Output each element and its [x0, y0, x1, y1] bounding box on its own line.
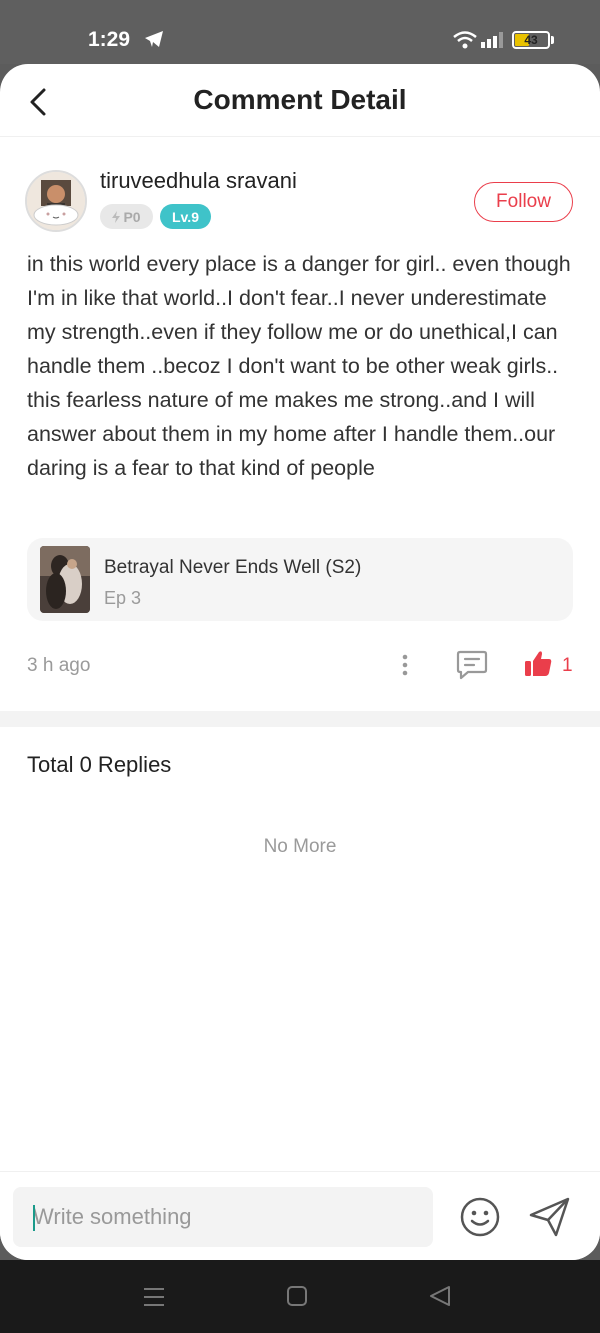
send-icon — [529, 1197, 570, 1237]
telegram-icon — [144, 30, 164, 53]
comment-icon — [456, 650, 488, 680]
section-divider — [0, 711, 600, 727]
drama-title: Betrayal Never Ends Well (S2) — [104, 557, 362, 578]
home-button[interactable] — [286, 1285, 308, 1312]
send-button[interactable] — [528, 1196, 572, 1238]
more-vertical-icon — [402, 654, 408, 676]
status-time: 1:29 — [88, 28, 131, 51]
like-button[interactable] — [523, 649, 553, 679]
comment-detail-sheet: Comment Detail tiruveedhula sravani P0 L… — [0, 64, 600, 1260]
comment-input[interactable] — [13, 1187, 433, 1247]
reply-button[interactable] — [456, 650, 488, 680]
points-badge-label: P0 — [123, 208, 141, 225]
follow-button[interactable]: Follow — [474, 182, 573, 222]
comment-input-bar — [0, 1171, 600, 1260]
points-badge: P0 — [100, 204, 153, 229]
username[interactable]: tiruveedhula sravani — [100, 168, 297, 194]
status-bar: 1:29 43 — [0, 0, 600, 64]
replies-title: Total 0 Replies — [27, 752, 172, 777]
system-back-button[interactable] — [428, 1285, 452, 1312]
system-nav-bar — [0, 1260, 600, 1333]
smiley-icon — [460, 1197, 500, 1237]
lightning-icon — [112, 210, 121, 223]
comment-text: in this world every place is a danger fo… — [27, 252, 571, 480]
recent-apps-button[interactable] — [143, 1287, 165, 1312]
level-badge: Lv.9 — [160, 204, 211, 229]
like-count: 1 — [562, 655, 573, 676]
emoji-button[interactable] — [459, 1196, 501, 1238]
signal-icon — [481, 32, 505, 53]
wifi-icon — [452, 30, 478, 55]
drama-episode: Ep 3 — [104, 588, 142, 608]
timestamp: 3 h ago — [27, 655, 91, 676]
thumbs-up-icon — [525, 651, 552, 676]
avatar[interactable] — [25, 170, 87, 232]
drama-thumbnail — [40, 546, 90, 613]
battery-tip — [551, 36, 554, 44]
battery-level: 43 — [524, 33, 538, 47]
more-options-button[interactable] — [393, 649, 417, 681]
no-more-text: No More — [263, 836, 337, 857]
header: Comment Detail — [0, 64, 600, 137]
page-title: Comment Detail — [193, 84, 407, 115]
triangle-back-icon — [430, 1286, 450, 1306]
menu-icon — [144, 1288, 164, 1306]
text-cursor — [33, 1205, 35, 1231]
square-icon — [287, 1286, 307, 1306]
battery-icon: 43 — [512, 31, 550, 49]
drama-card[interactable]: Betrayal Never Ends Well (S2) Ep 3 — [27, 538, 573, 621]
